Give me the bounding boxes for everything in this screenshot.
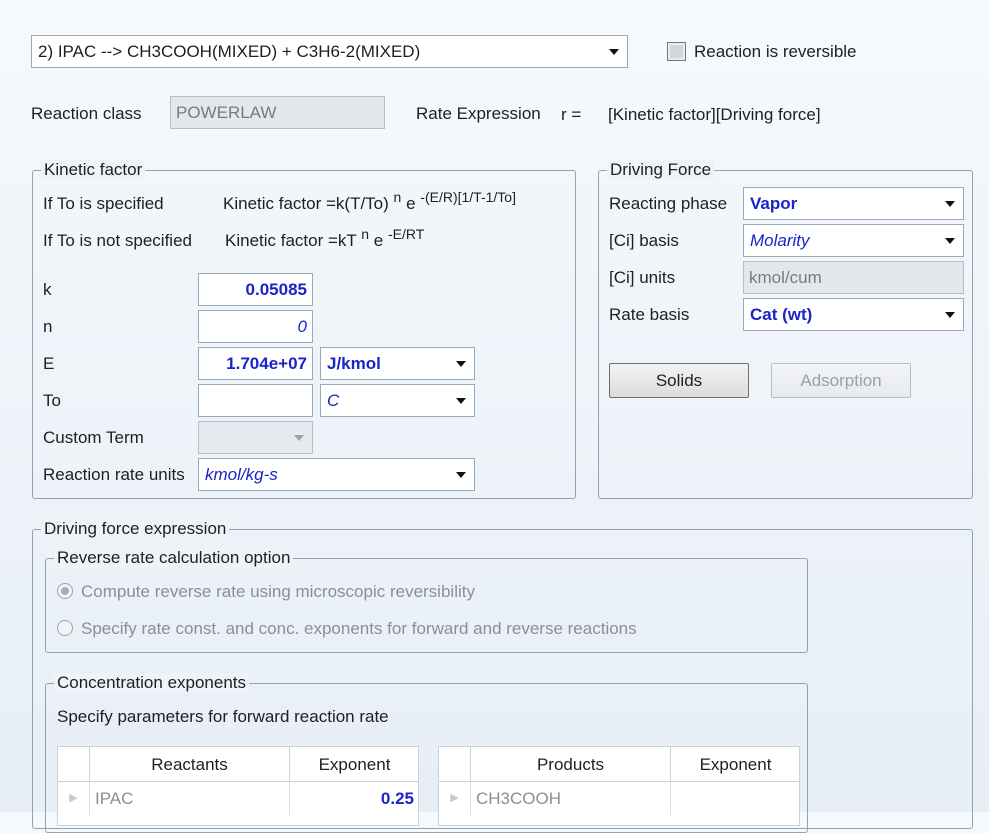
reactants-grid: Reactants Exponent ▶ IPAC 0.25	[57, 746, 419, 826]
to-specified-formula-pre: Kinetic factor =k(T/To)	[223, 194, 389, 213]
reverse-option-specify-radio[interactable]	[57, 620, 73, 636]
to-unit-value: C	[327, 391, 340, 410]
chevron-down-icon	[456, 398, 466, 404]
e-input[interactable]: 1.704e+07	[198, 347, 313, 380]
to-not-specified-formula-pre: Kinetic factor =kT	[225, 231, 357, 250]
rate-units-label: Reaction rate units	[43, 465, 185, 484]
ci-basis-label: [Ci] basis	[609, 231, 679, 250]
reactant-cell-name[interactable]: IPAC	[90, 782, 290, 815]
reactants-header-exponent: Exponent	[290, 747, 418, 782]
k-input[interactable]: 0.05085	[198, 273, 313, 306]
to-specified-exp: -(E/R)[1/T-1/To]	[420, 189, 516, 205]
to-specified-label: If To is specified	[43, 194, 164, 213]
reactant-cell-exponent[interactable]: 0.25	[290, 782, 418, 815]
n-label: n	[43, 317, 53, 336]
reacting-phase-select[interactable]: Vapor	[743, 187, 964, 220]
chevron-down-icon	[456, 361, 466, 367]
reversible-checkbox[interactable]	[667, 42, 686, 61]
row-selector-icon[interactable]: ▶	[439, 782, 471, 815]
reaction-class-label: Reaction class	[31, 104, 142, 123]
reverse-option-microscopic-radio[interactable]	[57, 583, 73, 599]
reaction-class-field: POWERLAW	[170, 96, 385, 129]
rate-units-value: kmol/kg-s	[205, 465, 278, 484]
rate-basis-value: Cat (wt)	[750, 305, 813, 324]
chevron-down-icon	[945, 238, 955, 244]
to-input[interactable]	[198, 384, 313, 417]
ci-basis-select[interactable]: Molarity	[743, 224, 964, 257]
to-not-specified-label: If To is not specified	[43, 231, 192, 250]
reverse-rate-title: Reverse rate calculation option	[54, 548, 294, 568]
chevron-down-icon	[945, 312, 955, 318]
reaction-select-value: 2) IPAC --> CH3COOH(MIXED) + C3H6-2(MIXE…	[38, 42, 421, 61]
ci-basis-value: Molarity	[750, 231, 810, 250]
concentration-description: Specify parameters for forward reaction …	[57, 707, 389, 726]
product-cell-exponent[interactable]	[671, 782, 799, 815]
to-label: To	[43, 391, 61, 410]
reverse-option-specify-label: Specify rate const. and conc. exponents …	[81, 619, 637, 638]
solids-button[interactable]: Solids	[609, 363, 749, 398]
to-not-specified-formula: Kinetic factor =kT n e -E/RT	[225, 226, 424, 251]
k-label: k	[43, 280, 52, 299]
ci-units-label: [Ci] units	[609, 268, 676, 287]
rate-units-select[interactable]: kmol/kg-s	[198, 458, 475, 491]
reversible-label: Reaction is reversible	[694, 42, 857, 61]
to-unit-select[interactable]: C	[320, 384, 475, 417]
products-grid-corner	[439, 747, 471, 782]
to-specified-n: n	[393, 189, 402, 205]
to-specified-formula: Kinetic factor =k(T/To) n e -(E/R)[1/T-1…	[223, 189, 516, 214]
to-not-specified-n: n	[361, 226, 370, 242]
chevron-down-icon	[609, 49, 619, 55]
reacting-phase-value: Vapor	[750, 194, 798, 213]
products-header-name: Products	[471, 747, 671, 782]
kinetic-factor-title: Kinetic factor	[41, 160, 146, 180]
ci-units-field: kmol/cum	[743, 261, 964, 294]
driving-force-expression-title: Driving force expression	[41, 519, 230, 539]
e-label: E	[43, 354, 55, 373]
e-unit-select[interactable]: J/kmol	[320, 347, 475, 380]
driving-force-title: Driving Force	[607, 160, 715, 180]
products-grid: Products Exponent ▶ CH3COOH	[438, 746, 800, 826]
reverse-option-microscopic-label: Compute reverse rate using microscopic r…	[81, 582, 475, 601]
reaction-select[interactable]: 2) IPAC --> CH3COOH(MIXED) + C3H6-2(MIXE…	[31, 35, 628, 68]
custom-term-label: Custom Term	[43, 428, 144, 447]
reactants-grid-corner	[58, 747, 90, 782]
to-not-specified-e: e	[373, 231, 384, 250]
products-header-exponent: Exponent	[671, 747, 799, 782]
concentration-exponents-title: Concentration exponents	[54, 673, 250, 693]
chevron-down-icon	[945, 201, 955, 207]
custom-term-select	[198, 421, 313, 454]
rate-basis-label: Rate basis	[609, 305, 690, 324]
rate-expression-formula: [Kinetic factor][Driving force]	[608, 105, 821, 124]
n-input[interactable]: 0	[198, 310, 313, 343]
e-unit-value: J/kmol	[327, 354, 381, 373]
to-specified-e: e	[406, 194, 416, 213]
reacting-phase-label: Reacting phase	[609, 194, 728, 213]
rate-expression-label: Rate Expression	[416, 104, 541, 123]
chevron-down-icon	[456, 472, 466, 478]
adsorption-button: Adsorption	[771, 363, 911, 398]
rate-expression-r: r =	[561, 105, 582, 124]
rate-basis-select[interactable]: Cat (wt)	[743, 298, 964, 331]
to-not-specified-exp: -E/RT	[387, 226, 425, 242]
chevron-down-icon	[294, 435, 304, 441]
row-selector-icon[interactable]: ▶	[58, 782, 90, 815]
product-cell-name[interactable]: CH3COOH	[471, 782, 671, 815]
reactants-header-name: Reactants	[90, 747, 290, 782]
